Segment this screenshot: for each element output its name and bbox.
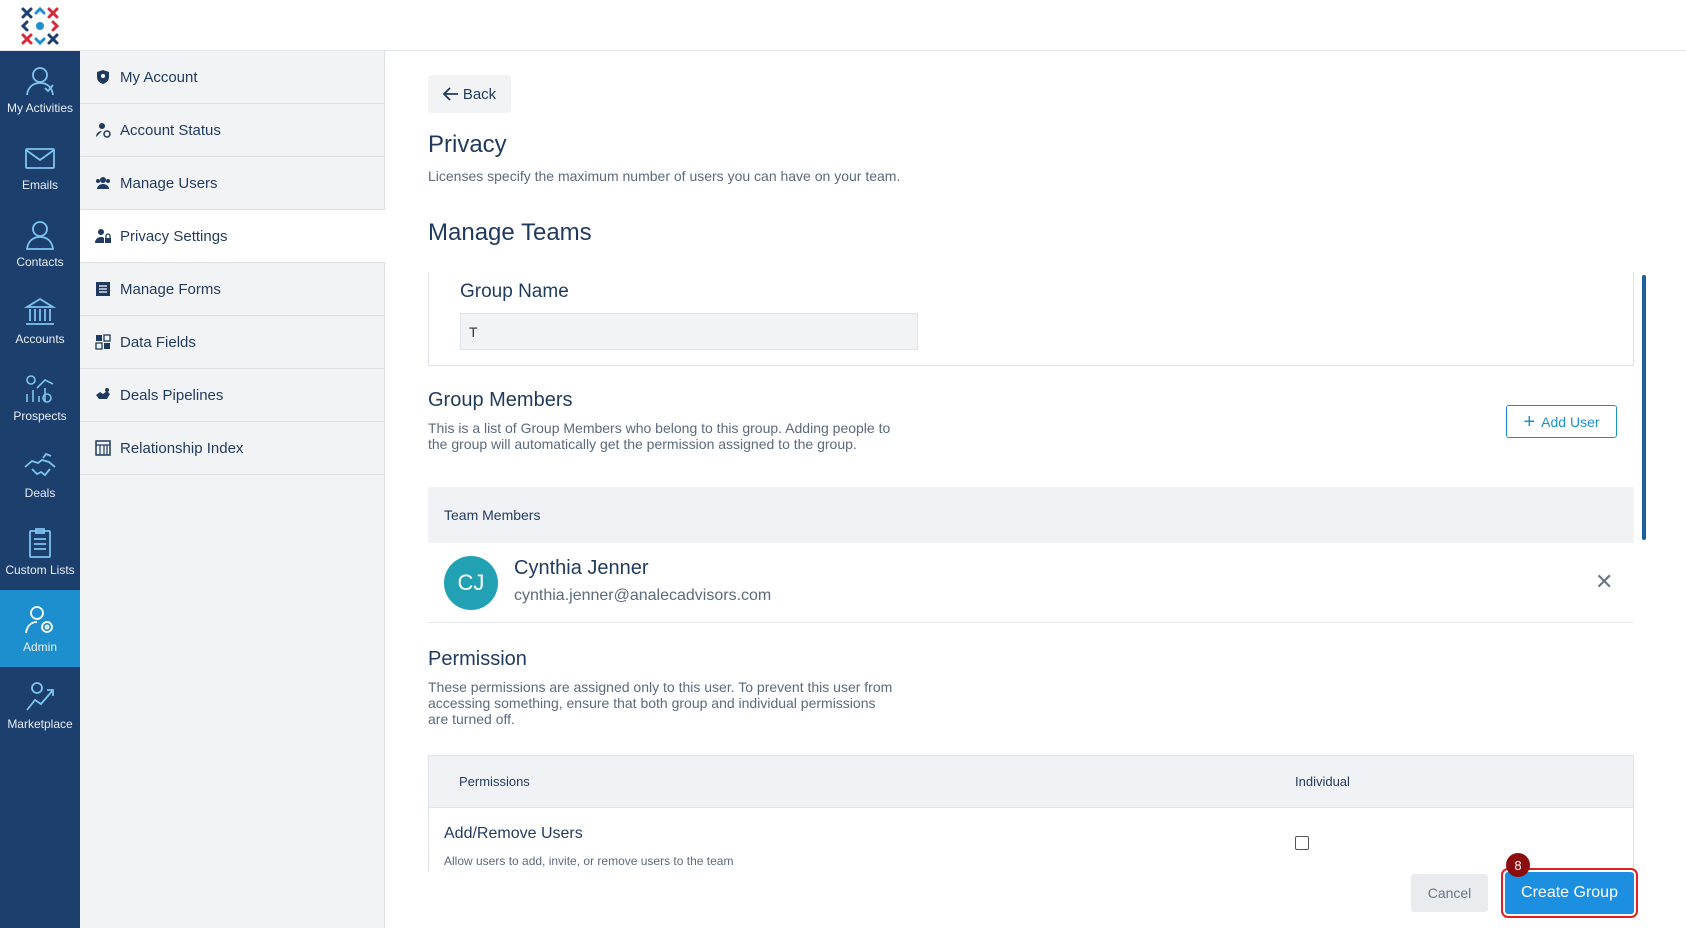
step-badge: 8	[1506, 853, 1530, 877]
subnav-label: Deals Pipelines	[120, 386, 224, 404]
add-user-label: Add User	[1541, 413, 1600, 430]
member-name: Cynthia Jenner	[514, 557, 649, 579]
rail-label: Accounts	[15, 332, 65, 346]
rail-item-contacts[interactable]: Contacts	[0, 205, 80, 282]
subnav-label: My Account	[120, 68, 198, 86]
rail-item-deals[interactable]: Deals	[0, 436, 80, 513]
page-title: Privacy	[428, 131, 507, 158]
subnav-item-privacy-settings[interactable]: Privacy Settings	[80, 210, 385, 263]
team-members-header: Team Members	[428, 487, 1634, 543]
subnav-item-account-status[interactable]: Account Status	[80, 104, 385, 157]
create-group-button[interactable]: Create Group	[1501, 868, 1638, 918]
table-header: Permissions Individual	[429, 756, 1633, 808]
avatar: CJ	[444, 556, 498, 610]
rail-label: Admin	[22, 640, 57, 654]
subnav-label: Manage Forms	[120, 280, 221, 298]
clipboard-list-icon	[29, 528, 51, 558]
list-item: CJ Cynthia Jenner cynthia.jenner@analeca…	[428, 543, 1634, 623]
group-members-description: This is a list of Group Members who belo…	[428, 420, 891, 452]
rail-label: Marketplace	[7, 717, 73, 731]
subnav-item-my-account[interactable]: My Account	[80, 51, 385, 104]
admin-gear-user-icon	[25, 606, 53, 634]
subnav-item-manage-users[interactable]: Manage Users	[80, 157, 385, 210]
form-footer: Cancel Create Group 8	[385, 853, 1686, 928]
rail-item-emails[interactable]: Emails	[0, 128, 80, 205]
users-icon	[96, 177, 110, 189]
rail-item-my-activities[interactable]: My Activities	[0, 51, 80, 128]
shield-user-icon	[97, 70, 109, 84]
main-content: Back Privacy Licenses specify the maximu…	[385, 51, 1686, 928]
rail-label: Contacts	[16, 255, 64, 269]
subnav-item-data-fields[interactable]: Data Fields	[80, 316, 385, 369]
app-logo[interactable]	[0, 0, 80, 51]
plus-icon: +	[1523, 410, 1536, 433]
subnav-item-manage-forms[interactable]: Manage Forms	[80, 263, 385, 316]
contact-icon	[25, 221, 55, 250]
handshake-icon	[24, 452, 56, 477]
rail-item-marketplace[interactable]: Marketplace	[0, 667, 80, 744]
top-bar	[0, 0, 1686, 51]
user-activity-icon	[26, 67, 54, 96]
permission-desc: Allow users to add, invite, or remove us…	[444, 854, 734, 868]
permission-name: Add/Remove Users	[444, 825, 583, 842]
back-label: Back	[462, 85, 497, 103]
scrollbar-thumb[interactable]	[1642, 275, 1646, 540]
page-subtitle: Licenses specify the maximum number of u…	[428, 168, 901, 184]
rail-item-admin[interactable]: Admin	[0, 590, 80, 667]
permission-description: These permissions are assigned only to t…	[428, 679, 893, 727]
rail-label: Emails	[21, 178, 58, 192]
group-name-card: Group Name	[428, 272, 1634, 366]
rail-item-accounts[interactable]: Accounts	[0, 282, 80, 359]
rail-label: Deals	[24, 486, 56, 500]
cancel-button[interactable]: Cancel	[1411, 874, 1488, 912]
individual-checkbox[interactable]	[1295, 836, 1309, 850]
subnav-item-deals-pipelines[interactable]: Deals Pipelines	[80, 369, 385, 422]
form-list-icon	[96, 282, 110, 296]
rail-label: My Activities	[6, 101, 73, 115]
permission-title: Permission	[428, 648, 527, 670]
user-lock-icon	[95, 229, 111, 243]
column-header-individual: Individual	[1295, 774, 1350, 789]
pipeline-icon	[96, 388, 110, 399]
group-name-input[interactable]	[460, 313, 918, 350]
subnav-label: Relationship Index	[120, 439, 244, 457]
rail-item-custom-lists[interactable]: Custom Lists	[0, 513, 80, 590]
subnav-item-relationship-index[interactable]: Relationship Index	[80, 422, 385, 475]
prospects-chart-icon	[26, 375, 54, 403]
subnav-label: Data Fields	[120, 333, 196, 351]
user-status-icon	[96, 123, 111, 138]
group-members-title: Group Members	[428, 389, 573, 411]
rail-label: Prospects	[13, 409, 67, 423]
main-nav-rail: My Activities Emails Contacts Accounts P…	[0, 51, 80, 928]
group-name-label: Group Name	[460, 281, 569, 302]
column-header-permissions: Permissions	[459, 774, 530, 789]
admin-subnav: My Account Account Status Manage Users P…	[80, 51, 385, 928]
logo-icon	[20, 6, 60, 45]
rail-label: Custom Lists	[5, 563, 75, 577]
rail-item-prospects[interactable]: Prospects	[0, 359, 80, 436]
bank-icon	[23, 297, 57, 325]
envelope-icon	[25, 148, 55, 169]
close-icon[interactable]: ✕	[1595, 569, 1613, 595]
subnav-label: Privacy Settings	[120, 227, 228, 245]
back-button[interactable]: Back	[428, 75, 511, 113]
section-title: Manage Teams	[428, 219, 592, 246]
marketplace-icon	[26, 682, 54, 711]
index-table-icon	[95, 440, 111, 456]
subnav-label: Manage Users	[120, 174, 218, 192]
add-user-button[interactable]: + Add User	[1506, 405, 1617, 438]
arrow-left-icon	[442, 87, 458, 101]
subnav-label: Account Status	[120, 121, 221, 139]
data-fields-icon	[95, 334, 111, 350]
member-email: cynthia.jenner@analecadvisors.com	[514, 587, 772, 604]
